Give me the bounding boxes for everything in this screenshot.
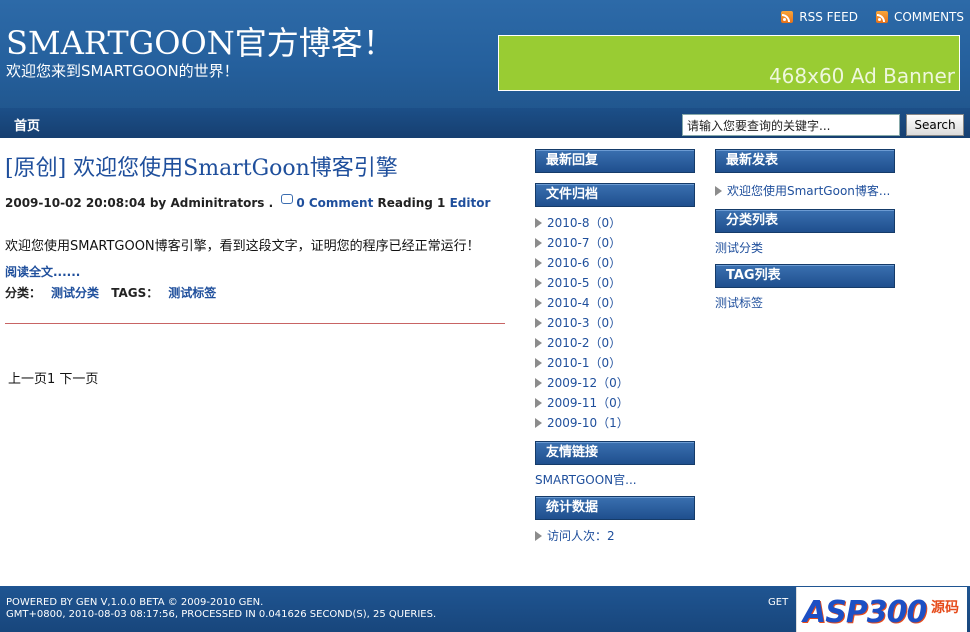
archive-item[interactable]: 2010-2（0）: [535, 333, 695, 353]
watermark-sub: 源码: [931, 600, 959, 616]
arrow-right-icon: [535, 531, 542, 541]
rss-feed-label: RSS FEED: [799, 10, 858, 24]
archive-item[interactable]: 2009-11（0）: [535, 393, 695, 413]
search-input[interactable]: [682, 114, 900, 136]
archive-link[interactable]: 2010-8（0）: [547, 216, 621, 230]
site-title[interactable]: SMARTGOON官方博客！: [6, 18, 395, 64]
archive-link[interactable]: 2010-7（0）: [547, 236, 621, 250]
rss-icon: [781, 11, 794, 23]
post-taxonomy: 分类： 测试分类 TAGS： 测试标签: [5, 284, 505, 301]
category-list-link[interactable]: 测试分类: [715, 233, 895, 264]
arrow-right-icon: [535, 258, 542, 268]
site-subtitle: 欢迎您来到SMARTGOON的世界！: [6, 62, 239, 80]
footer-powered-by: POWERED BY GEN V,1.0.0 BETA © 2009-2010 …: [6, 597, 264, 608]
footer-get[interactable]: GET: [768, 597, 788, 608]
archive-link[interactable]: 2010-5（0）: [547, 276, 621, 290]
archive-link[interactable]: 2009-12（0）: [547, 376, 629, 390]
footer-processing-info: GMT+0800, 2010-08-03 08:17:56, PROCESSED…: [6, 609, 437, 620]
comments-feed-link[interactable]: COMMENTS: [875, 10, 964, 24]
recent-post-item[interactable]: 欢迎您使用SmartGoon博客...: [715, 181, 895, 201]
category-label: 分类：: [5, 286, 42, 300]
post-date: 2009-10-02 20:08:04: [5, 196, 146, 210]
stats-label: 访问人次：: [547, 529, 608, 543]
archive-link[interactable]: 2010-2（0）: [547, 336, 621, 350]
comments-feed-label: COMMENTS: [893, 10, 964, 24]
sidebar-middle: 最新回复 文件归档 2010-8（0） 2010-7（0） 2010-6（0） …: [535, 149, 695, 554]
sidebar-right: 最新发表 欢迎您使用SmartGoon博客... 分类列表 测试分类 TAG列表…: [715, 149, 895, 319]
rss-feed-link[interactable]: RSS FEED: [781, 10, 858, 24]
ad-banner[interactable]: 468x60 Ad Banner: [498, 35, 960, 91]
arrow-right-icon: [535, 418, 542, 428]
post-author: Adminitrators: [170, 196, 265, 210]
archive-item[interactable]: 2009-12（0）: [535, 373, 695, 393]
arrow-right-icon: [535, 278, 542, 288]
post: [原创] 欢迎您使用SmartGoon博客引擎 2009-10-02 20:08…: [5, 150, 505, 301]
archive-item[interactable]: 2010-4（0）: [535, 293, 695, 313]
archive-link[interactable]: 2010-4（0）: [547, 296, 621, 310]
archive-item[interactable]: 2010-5（0）: [535, 273, 695, 293]
read-more-link[interactable]: 阅读全文......: [5, 263, 505, 280]
rss-icon: [875, 11, 888, 23]
arrow-right-icon: [535, 378, 542, 388]
comment-link[interactable]: 0 Comment: [296, 196, 373, 210]
tags-label: TAGS：: [111, 286, 159, 300]
archive-item[interactable]: 2010-8（0）: [535, 213, 695, 233]
post-body: 欢迎您使用SMARTGOON博客引擎，看到这段文字，证明您的程序已经正常运行！: [5, 239, 480, 254]
arrow-right-icon: [535, 298, 542, 308]
archive-item[interactable]: 2010-3（0）: [535, 313, 695, 333]
category-link[interactable]: 测试分类: [51, 286, 99, 300]
archive-heading: 文件归档: [535, 183, 695, 207]
search-button[interactable]: Search: [906, 114, 964, 136]
post-dot: .: [268, 196, 274, 210]
archive-link[interactable]: 2009-11（0）: [547, 396, 629, 410]
stats-visits: 访问人次：2: [535, 526, 695, 546]
stats-value: 2: [607, 529, 615, 543]
watermark-logo: ASP300 源码: [796, 587, 967, 632]
post-title[interactable]: [原创] 欢迎您使用SmartGoon博客引擎: [5, 150, 505, 182]
arrow-right-icon: [535, 218, 542, 228]
arrow-right-icon: [535, 338, 542, 348]
post-meta: 2009-10-02 20:08:04 by Adminitrators . 0…: [5, 194, 505, 210]
arrow-right-icon: [535, 358, 542, 368]
stats-heading: 统计数据: [535, 496, 695, 520]
archive-item[interactable]: 2009-10（1）: [535, 413, 695, 433]
stats-list: 访问人次：2: [535, 520, 695, 554]
links-heading: 友情链接: [535, 441, 695, 465]
post-by: by: [149, 196, 167, 210]
recent-post-link[interactable]: 欢迎您使用SmartGoon博客...: [727, 184, 890, 198]
pager[interactable]: 上一页1 下一页: [8, 368, 98, 387]
archive-link[interactable]: 2010-6（0）: [547, 256, 621, 270]
editor-link[interactable]: Editor: [450, 196, 491, 210]
archive-item[interactable]: 2010-6（0）: [535, 253, 695, 273]
tags-heading: TAG列表: [715, 264, 895, 288]
ad-banner-text: 468x60 Ad Banner: [768, 64, 955, 88]
arrow-right-icon: [535, 398, 542, 408]
arrow-right-icon: [715, 186, 722, 196]
tag-link[interactable]: 测试标签: [168, 286, 216, 300]
recent-replies-heading: 最新回复: [535, 149, 695, 173]
archive-link[interactable]: 2009-10（1）: [547, 416, 629, 430]
recent-posts-list: 欢迎您使用SmartGoon博客...: [715, 173, 895, 209]
nav-bar: 首页 Search: [0, 108, 970, 138]
post-divider: [5, 323, 505, 324]
categories-heading: 分类列表: [715, 209, 895, 233]
comment-icon: [281, 194, 294, 204]
post-title-link[interactable]: [原创] 欢迎您使用SmartGoon博客引擎: [5, 156, 398, 181]
archive-item[interactable]: 2010-7（0）: [535, 233, 695, 253]
archive-item[interactable]: 2010-1（0）: [535, 353, 695, 373]
nav-home-link[interactable]: 首页: [14, 115, 40, 134]
watermark-main: ASP300: [803, 595, 927, 630]
reading-count: 1: [437, 196, 446, 210]
arrow-right-icon: [535, 238, 542, 248]
tag-list-link[interactable]: 测试标签: [715, 288, 895, 319]
friend-link[interactable]: SMARTGOON官...: [535, 465, 695, 496]
archive-list: 2010-8（0） 2010-7（0） 2010-6（0） 2010-5（0） …: [535, 207, 695, 441]
archive-link[interactable]: 2010-3（0）: [547, 316, 621, 330]
site-header: SMARTGOON官方博客！ 欢迎您来到SMARTGOON的世界！ RSS FE…: [0, 0, 970, 108]
arrow-right-icon: [535, 318, 542, 328]
reading-label: Reading: [377, 196, 433, 210]
feed-links: RSS FEED COMMENTS: [781, 10, 964, 24]
archive-link[interactable]: 2010-1（0）: [547, 356, 621, 370]
recent-posts-heading: 最新发表: [715, 149, 895, 173]
